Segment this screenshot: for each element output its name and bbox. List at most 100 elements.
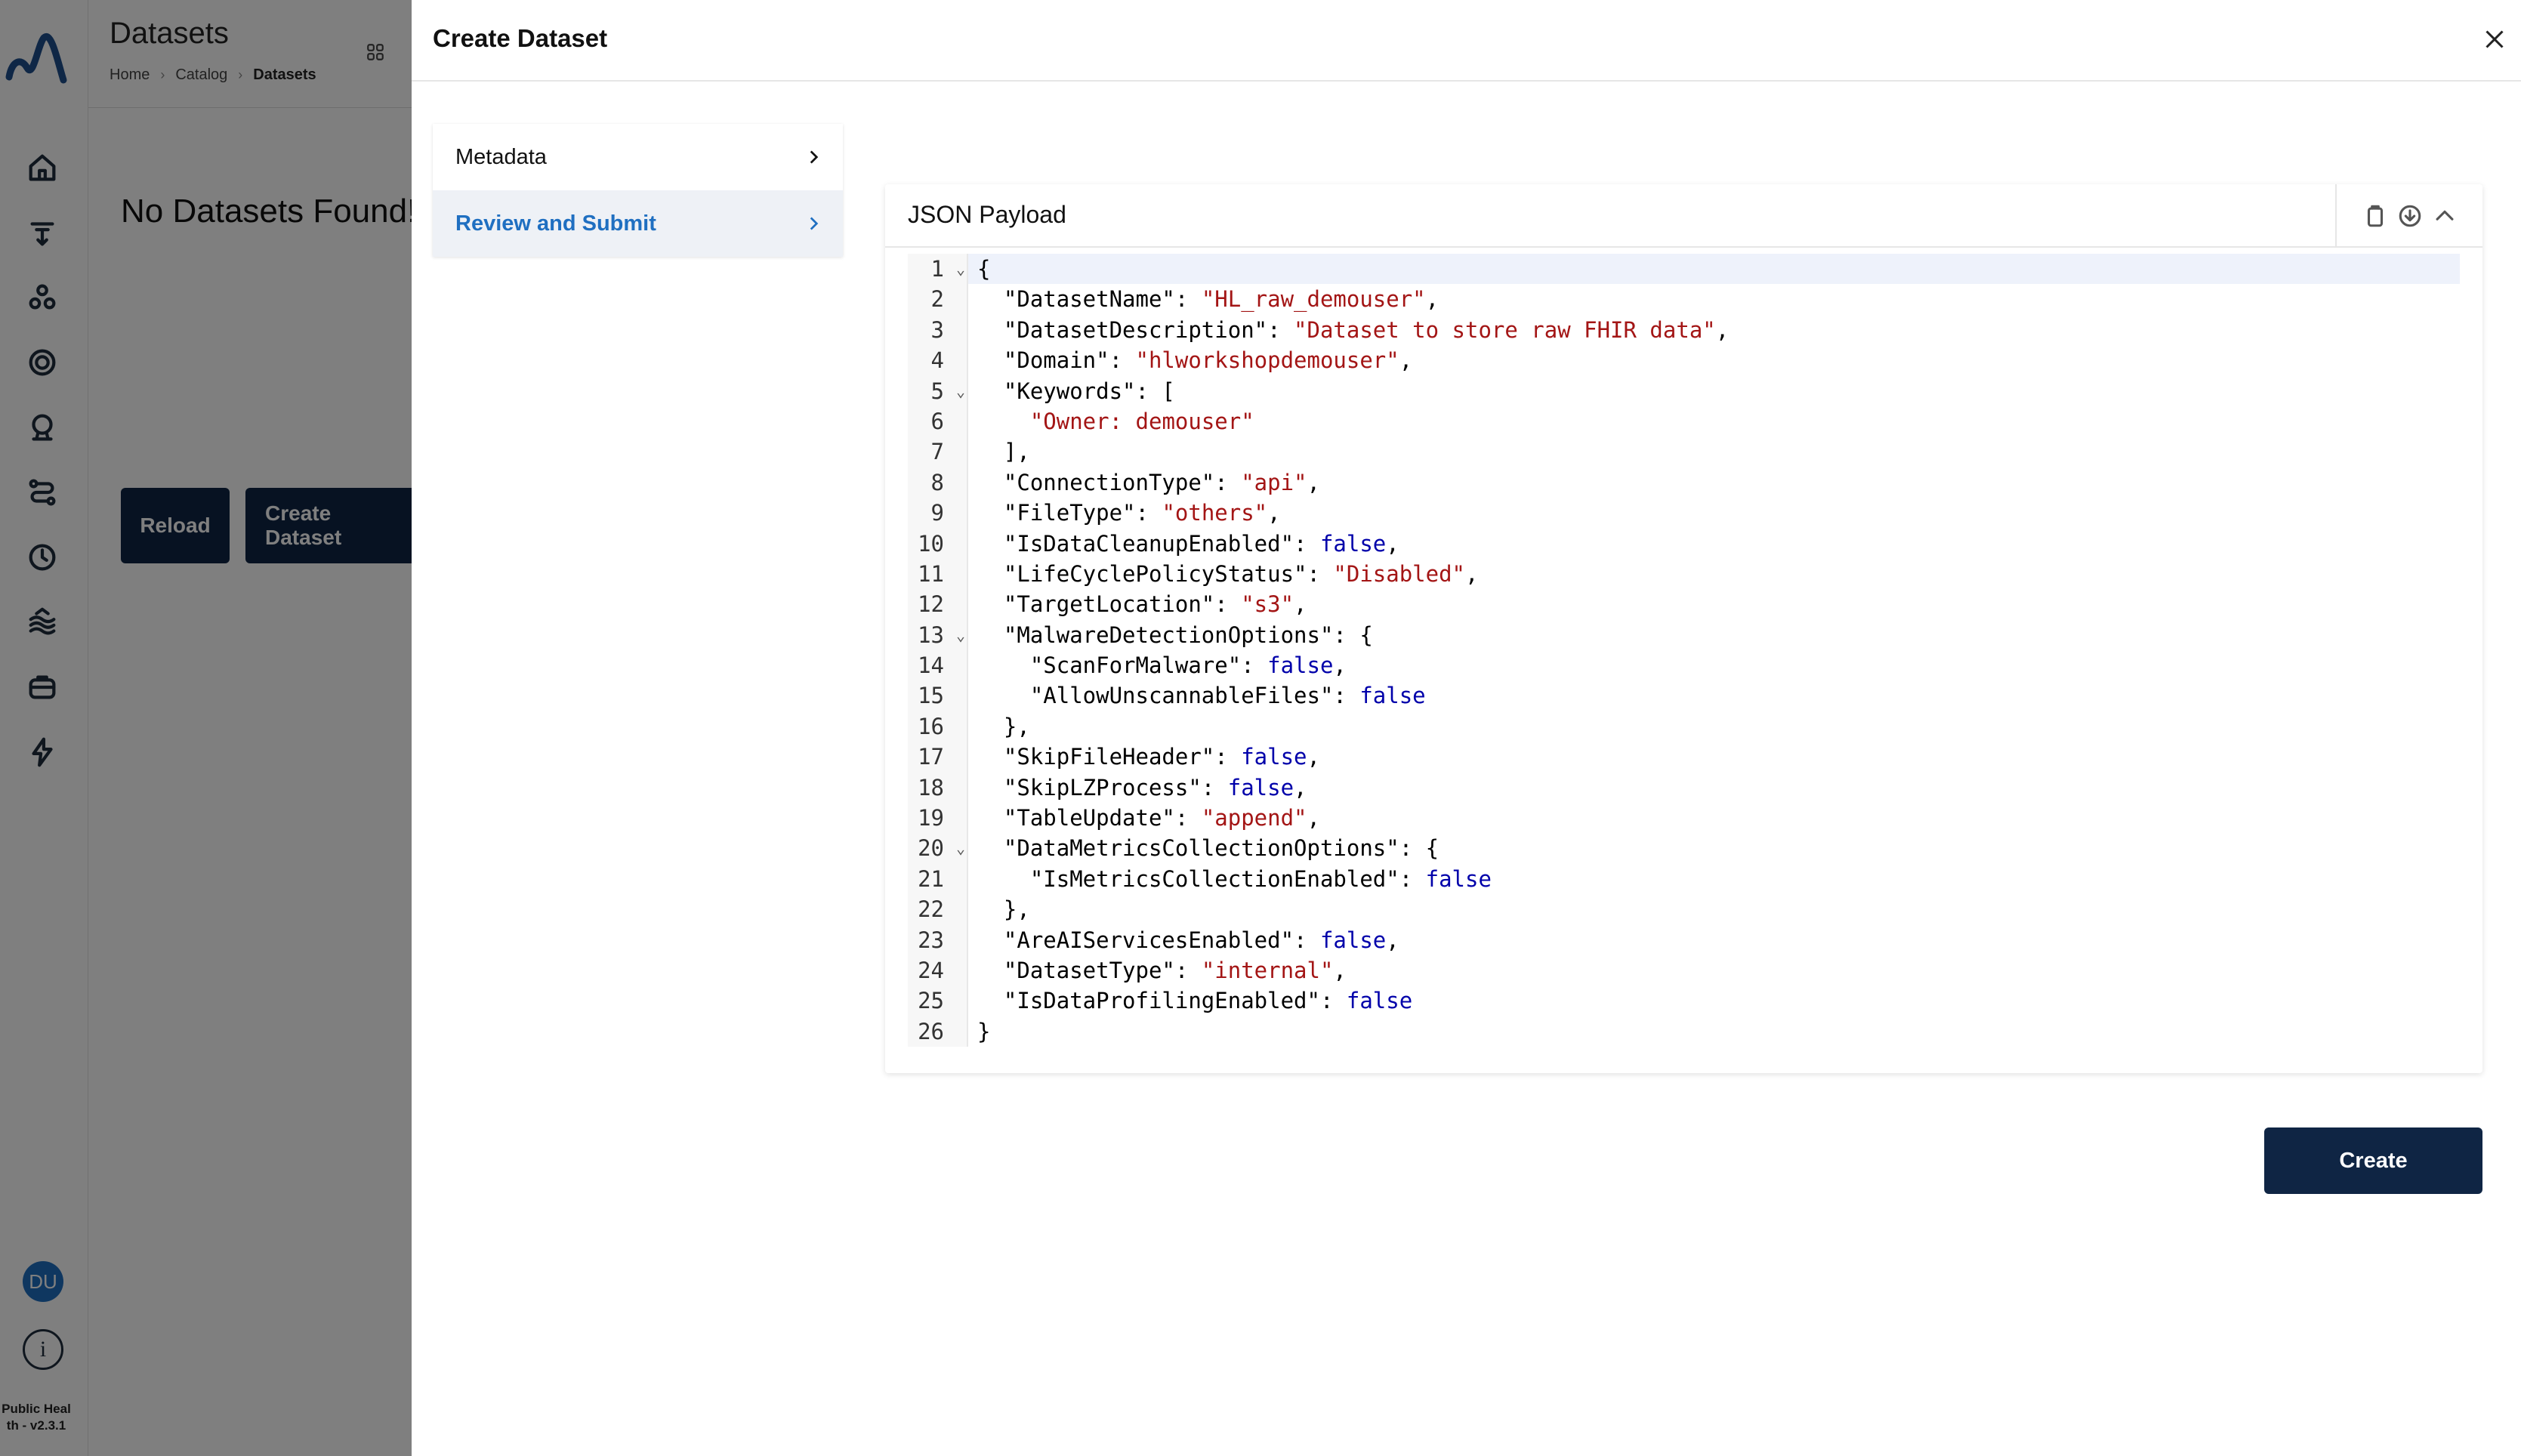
line-number: 20 ⌄ bbox=[908, 833, 968, 864]
code-text: "SkipLZProcess": false, bbox=[968, 773, 1307, 803]
code-line[interactable]: 2 "DatasetName": "HL_raw_demouser", bbox=[908, 284, 2460, 315]
modal-overlay[interactable] bbox=[0, 0, 413, 1456]
fold-chevron-icon[interactable]: ⌄ bbox=[956, 833, 965, 863]
code-text: "LifeCyclePolicyStatus": "Disabled", bbox=[968, 559, 1479, 589]
code-line[interactable]: 3 "DatasetDescription": "Dataset to stor… bbox=[908, 314, 2460, 346]
code-line[interactable]: 21 "IsMetricsCollectionEnabled": false bbox=[908, 863, 2460, 895]
step-review-and-submit[interactable]: Review and Submit bbox=[433, 190, 843, 257]
code-text: "Keywords": [ bbox=[968, 376, 1175, 406]
line-number: 26 bbox=[908, 1016, 968, 1047]
close-icon[interactable] bbox=[2481, 26, 2508, 53]
code-text: "DatasetDescription": "Dataset to store … bbox=[968, 315, 1729, 345]
code-token: false bbox=[1319, 530, 1387, 557]
code-token: , bbox=[1425, 286, 1439, 313]
fold-chevron-icon[interactable]: ⌄ bbox=[956, 620, 965, 650]
code-line[interactable]: 19 "TableUpdate": "append", bbox=[908, 803, 2460, 834]
code-token: "IsDataProfilingEnabled": bbox=[977, 988, 1347, 1014]
code-line[interactable]: 16 }, bbox=[908, 711, 2460, 742]
code-token: "IsMetricsCollectionEnabled": bbox=[977, 865, 1426, 892]
download-icon[interactable] bbox=[2397, 203, 2423, 229]
code-token: "ConnectionType": bbox=[977, 469, 1242, 495]
code-token: "Owner: demouser" bbox=[1029, 408, 1254, 434]
code-line[interactable]: 18 "SkipLZProcess": false, bbox=[908, 772, 2460, 804]
code-line[interactable]: 25 "IsDataProfilingEnabled": false bbox=[908, 986, 2460, 1016]
code-line[interactable]: 15 "AllowUnscannableFiles": false bbox=[908, 680, 2460, 711]
code-token: , bbox=[1386, 927, 1399, 953]
json-code-editor[interactable]: 1 ⌄{2 "DatasetName": "HL_raw_demouser", 3 … bbox=[908, 254, 2460, 1047]
code-token: , bbox=[1307, 744, 1320, 770]
code-token: "api" bbox=[1241, 469, 1307, 495]
fold-chevron-icon[interactable]: ⌄ bbox=[956, 376, 965, 406]
code-token: "Disabled" bbox=[1333, 560, 1466, 587]
code-token: false bbox=[1241, 744, 1307, 770]
code-token: , bbox=[1294, 591, 1307, 618]
code-line[interactable]: 23 "AreAIServicesEnabled": false, bbox=[908, 924, 2460, 955]
code-token: "SkipLZProcess": bbox=[977, 774, 1228, 800]
code-line[interactable]: 7 ], bbox=[908, 436, 2460, 467]
line-number: 10 bbox=[908, 528, 968, 559]
clipboard-icon[interactable] bbox=[2362, 203, 2388, 229]
code-line[interactable]: 8 "ConnectionType": "api", bbox=[908, 467, 2460, 498]
code-token: "FileType": bbox=[977, 500, 1162, 526]
code-token: , bbox=[1307, 469, 1320, 495]
code-token: "TableUpdate": bbox=[977, 805, 1202, 831]
code-text: }, bbox=[968, 711, 1030, 742]
code-token: "append" bbox=[1201, 805, 1307, 831]
code-text: } bbox=[968, 1016, 990, 1047]
code-text: "DatasetType": "internal", bbox=[968, 955, 1347, 986]
code-line[interactable]: 11 "LifeCyclePolicyStatus": "Disabled", bbox=[908, 558, 2460, 590]
step-metadata[interactable]: Metadata bbox=[433, 124, 843, 190]
code-line[interactable]: 9 "FileType": "others", bbox=[908, 498, 2460, 529]
drawer-title: Create Dataset bbox=[433, 24, 608, 52]
code-text: }, bbox=[968, 894, 1030, 924]
panel-toolbar bbox=[2335, 184, 2482, 248]
code-line[interactable]: 26} bbox=[908, 1016, 2460, 1047]
line-number: 3 bbox=[908, 314, 968, 346]
code-line[interactable]: 13 ⌄ "MalwareDetectionOptions": { bbox=[908, 619, 2460, 651]
code-token: }, bbox=[977, 896, 1030, 923]
code-token: "Keywords": [ bbox=[977, 378, 1175, 404]
create-button[interactable]: Create bbox=[2264, 1127, 2482, 1194]
step-label: Metadata bbox=[455, 144, 547, 169]
line-number: 9 bbox=[908, 498, 968, 529]
code-line[interactable]: 22 }, bbox=[908, 894, 2460, 925]
code-token: ], bbox=[977, 439, 1030, 465]
code-line[interactable]: 10 "IsDataCleanupEnabled": false, bbox=[908, 528, 2460, 559]
code-text: "IsDataProfilingEnabled": false bbox=[968, 986, 1412, 1016]
line-number: 14 bbox=[908, 650, 968, 681]
code-text: "IsMetricsCollectionEnabled": false bbox=[968, 864, 1492, 894]
code-token: , bbox=[1399, 347, 1413, 374]
code-line[interactable]: 14 "ScanForMalware": false, bbox=[908, 650, 2460, 681]
code-token: "Domain": bbox=[977, 347, 1136, 374]
line-number: 25 bbox=[908, 986, 968, 1016]
line-number: 23 bbox=[908, 924, 968, 955]
line-number: 12 bbox=[908, 589, 968, 620]
fold-chevron-icon[interactable]: ⌄ bbox=[956, 254, 965, 284]
line-number: 18 bbox=[908, 772, 968, 804]
chevron-up-icon[interactable] bbox=[2432, 203, 2458, 229]
code-text: "TargetLocation": "s3", bbox=[968, 589, 1307, 619]
code-token: , bbox=[1267, 500, 1281, 526]
code-token: "DataMetricsCollectionOptions": { bbox=[977, 835, 1439, 862]
code-line[interactable]: 5 ⌄ "Keywords": [ bbox=[908, 375, 2460, 406]
code-line[interactable]: 12 "TargetLocation": "s3", bbox=[908, 589, 2460, 620]
code-token: "hlworkshopdemouser" bbox=[1135, 347, 1399, 374]
code-token: "Dataset to store raw FHIR data" bbox=[1294, 316, 1716, 343]
line-number: 11 bbox=[908, 558, 968, 590]
code-token: "HL_raw_demouser" bbox=[1201, 286, 1426, 313]
code-line[interactable]: 17 "SkipFileHeader": false, bbox=[908, 742, 2460, 773]
code-line[interactable]: 1 ⌄ { bbox=[908, 254, 2460, 285]
drawer-header: Create Dataset bbox=[412, 0, 2521, 82]
code-line[interactable]: 4 "Domain": "hlworkshopdemouser", bbox=[908, 345, 2460, 376]
line-number: 8 bbox=[908, 467, 968, 498]
code-token: "DatasetName": bbox=[977, 286, 1202, 313]
code-token: false bbox=[1267, 652, 1334, 679]
code-line[interactable]: 24 "DatasetType": "internal", bbox=[908, 955, 2460, 986]
step-list: Metadata Review and Submit bbox=[433, 124, 843, 257]
code-token: { bbox=[977, 256, 991, 282]
code-line[interactable]: 20 ⌄ "DataMetricsCollectionOptions": { bbox=[908, 833, 2460, 864]
code-token: "TargetLocation": bbox=[977, 591, 1242, 618]
line-number: 7 bbox=[908, 436, 968, 467]
code-text: "Domain": "hlworkshopdemouser", bbox=[968, 345, 1412, 375]
code-line[interactable]: 6 "Owner: demouser" bbox=[908, 406, 2460, 437]
